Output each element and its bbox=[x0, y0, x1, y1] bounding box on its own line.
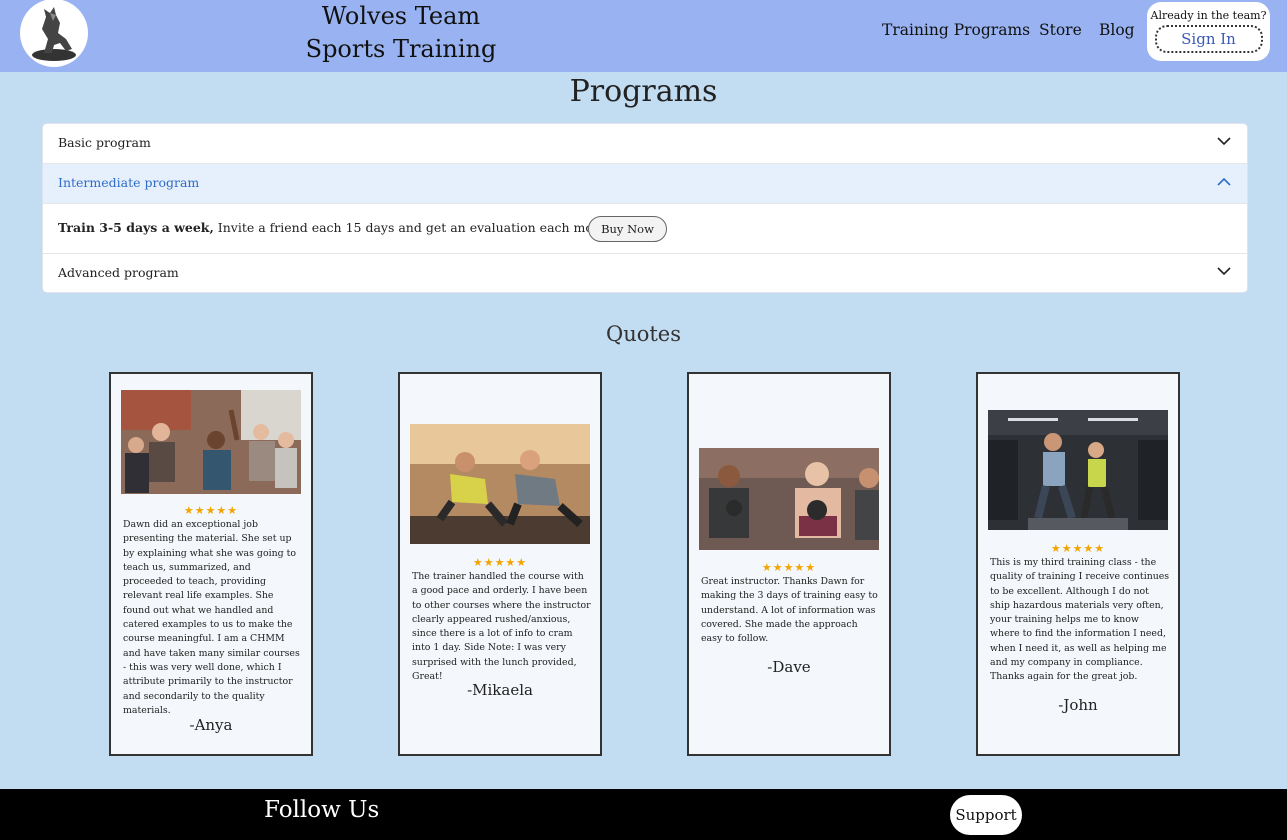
brand-title: Wolves Team Sports Training bbox=[300, 0, 502, 66]
brand-line-2: Sports Training bbox=[305, 35, 497, 63]
wolf-logo[interactable] bbox=[20, 0, 88, 67]
quote-card: ★★★★★ Great instructor. Thanks Dawn for … bbox=[687, 372, 891, 756]
chevron-down-icon bbox=[1217, 267, 1231, 276]
program-details-bold: Train 3-5 days a week, bbox=[58, 220, 214, 235]
star-rating: ★★★★★ bbox=[761, 561, 817, 574]
accordion-label: Basic program bbox=[58, 135, 151, 150]
quote-card: ★★★★★ Dawn did an exceptional job presen… bbox=[109, 372, 313, 756]
accordion-item-advanced[interactable]: Advanced program bbox=[43, 254, 1247, 292]
accordion-label: Intermediate program bbox=[58, 175, 200, 190]
accordion-panel-intermediate: Train 3-5 days a week, Invite a friend e… bbox=[43, 204, 1247, 254]
chevron-down-icon bbox=[1217, 137, 1231, 146]
quote-text: Great instructor. Thanks Dawn for making… bbox=[701, 576, 878, 645]
accordion-item-basic[interactable]: Basic program bbox=[43, 124, 1247, 164]
nav-store[interactable]: Store bbox=[1039, 21, 1082, 39]
support-button[interactable]: Support bbox=[950, 795, 1022, 835]
photo-kettlebell bbox=[699, 448, 879, 550]
photo-pushups bbox=[410, 424, 590, 544]
quote-text: This is my third training class - the qu… bbox=[990, 557, 1170, 683]
photo-gym bbox=[988, 410, 1168, 530]
star-rating: ★★★★★ bbox=[1050, 542, 1106, 555]
brand-line-1: Wolves Team bbox=[321, 2, 481, 30]
program-details-text: Invite a friend each 15 days and get an … bbox=[213, 220, 615, 235]
star-rating: ★★★★★ bbox=[183, 504, 239, 517]
site-footer: Follow Us Support bbox=[0, 789, 1287, 840]
follow-us-heading: Follow Us bbox=[264, 797, 380, 823]
nav-blog[interactable]: Blog bbox=[1099, 21, 1135, 39]
star-rating: ★★★★★ bbox=[472, 556, 528, 569]
quote-card: ★★★★★ This is my third training class - … bbox=[976, 372, 1180, 756]
program-details: Train 3-5 days a week, Invite a friend e… bbox=[58, 220, 614, 235]
quote-card: ★★★★★ The trainer handled the course wit… bbox=[398, 372, 602, 756]
nav-training-programs[interactable]: Training Programs bbox=[882, 21, 1030, 39]
quote-author: -Mikaela bbox=[467, 681, 533, 699]
signin-note: Already in the team? bbox=[1150, 9, 1267, 22]
quote-text: Dawn did an exceptional job presenting t… bbox=[123, 519, 300, 716]
accordion-item-intermediate[interactable]: Intermediate program bbox=[43, 164, 1247, 204]
buy-now-button[interactable]: Buy Now bbox=[588, 216, 667, 242]
accordion-label: Advanced program bbox=[58, 265, 179, 280]
sign-in-button[interactable]: Sign In bbox=[1154, 25, 1263, 53]
programs-title: Programs bbox=[569, 74, 718, 109]
quote-text: The trainer handled the course with a go… bbox=[412, 571, 591, 683]
quotes-title: Quotes bbox=[605, 322, 682, 346]
photo-audience bbox=[121, 390, 301, 494]
programs-accordion: Basic program Intermediate program Train… bbox=[42, 123, 1248, 293]
quote-author: -Dave bbox=[767, 658, 811, 676]
signin-panel: Already in the team? Sign In bbox=[1147, 2, 1270, 61]
quote-author: -John bbox=[1058, 696, 1098, 714]
chevron-up-icon bbox=[1217, 177, 1231, 186]
site-header: Wolves Team Sports Training Training Pro… bbox=[0, 0, 1287, 72]
quote-author: -Anya bbox=[189, 716, 233, 734]
